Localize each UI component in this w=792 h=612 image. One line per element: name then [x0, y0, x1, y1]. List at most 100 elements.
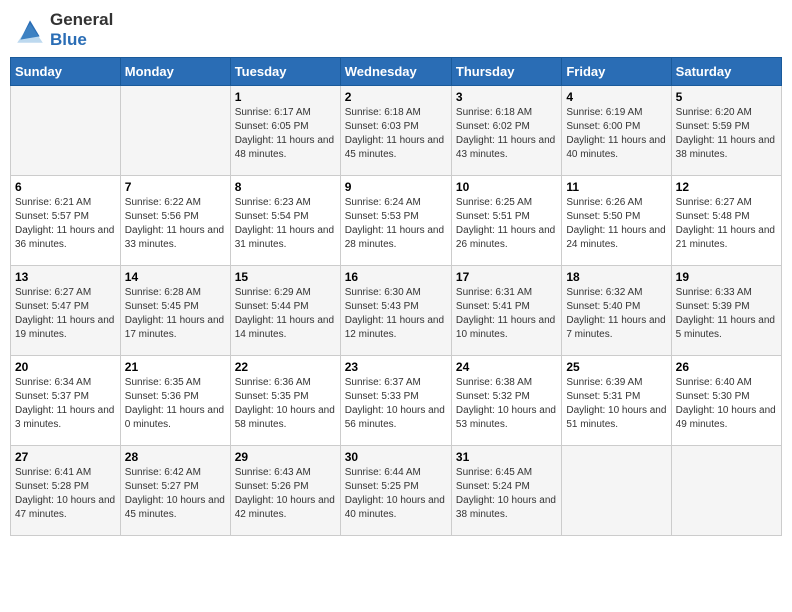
day-number: 8	[235, 180, 336, 194]
day-info: Sunrise: 6:21 AMSunset: 5:57 PMDaylight:…	[15, 196, 116, 252]
day-info: Sunrise: 6:26 AMSunset: 5:50 PMDaylight:…	[566, 196, 666, 252]
day-cell-18: 18 Sunrise: 6:32 AMSunset: 5:40 PMDayligh…	[562, 266, 671, 356]
day-cell-19: 19Sunrise: 6:33 AMSunset: 5:39 PMDayligh…	[671, 266, 781, 356]
day-number: 10	[456, 180, 557, 194]
day-number: 6	[15, 180, 116, 194]
day-number: 22	[235, 360, 336, 374]
day-info: Sunrise: 6:32 AMSunset: 5:40 PMDaylight:…	[566, 286, 666, 342]
day-info: Sunrise: 6:30 AMSunset: 5:43 PMDaylight:…	[345, 286, 447, 342]
day-number: 20	[15, 360, 116, 374]
day-info: Sunrise: 6:40 AMSunset: 5:30 PMDaylight:…	[676, 376, 777, 432]
logo-text-blue: Blue	[50, 30, 113, 50]
day-number: 7	[125, 180, 226, 194]
day-info: Sunrise: 6:23 AMSunset: 5:54 PMDaylight:…	[235, 196, 336, 252]
day-cell-29: 29 Sunrise: 6:43 AMSunset: 5:26 PMDayligh…	[230, 446, 340, 536]
day-cell-21: 21 Sunrise: 6:35 AMSunset: 5:36 PMDayligh…	[120, 356, 230, 446]
day-number: 15	[235, 270, 336, 284]
day-number: 13	[15, 270, 116, 284]
day-number: 16	[345, 270, 447, 284]
day-info: Sunrise: 6:44 AMSunset: 5:25 PMDaylight:…	[345, 466, 447, 522]
day-number: 25	[566, 360, 666, 374]
empty-cell	[562, 446, 671, 536]
day-cell-7: 7 Sunrise: 6:22 AMSunset: 5:56 PMDaylight…	[120, 176, 230, 266]
week-row-4: 20 Sunrise: 6:34 AMSunset: 5:37 PMDayligh…	[11, 356, 782, 446]
day-number: 18	[566, 270, 666, 284]
day-info: Sunrise: 6:27 AMSunset: 5:48 PMDaylight:…	[676, 196, 777, 252]
week-row-2: 6 Sunrise: 6:21 AMSunset: 5:57 PMDaylight…	[11, 176, 782, 266]
day-cell-11: 11 Sunrise: 6:26 AMSunset: 5:50 PMDayligh…	[562, 176, 671, 266]
day-cell-31: 31 Sunrise: 6:45 AMSunset: 5:24 PMDayligh…	[451, 446, 561, 536]
day-info: Sunrise: 6:22 AMSunset: 5:56 PMDaylight:…	[125, 196, 226, 252]
day-number: 12	[676, 180, 777, 194]
day-info: Sunrise: 6:20 AMSunset: 5:59 PMDaylight:…	[676, 106, 777, 162]
logo: General Blue	[14, 10, 113, 49]
day-header-tuesday: Tuesday	[230, 58, 340, 86]
day-header-sunday: Sunday	[11, 58, 121, 86]
day-header-friday: Friday	[562, 58, 671, 86]
day-info: Sunrise: 6:25 AMSunset: 5:51 PMDaylight:…	[456, 196, 557, 252]
week-row-1: 1Sunrise: 6:17 AMSunset: 6:05 PMDaylight…	[11, 86, 782, 176]
day-info: Sunrise: 6:24 AMSunset: 5:53 PMDaylight:…	[345, 196, 447, 252]
day-number: 29	[235, 450, 336, 464]
logo-icon	[14, 14, 46, 46]
day-cell-25: 25 Sunrise: 6:39 AMSunset: 5:31 PMDayligh…	[562, 356, 671, 446]
day-number: 31	[456, 450, 557, 464]
day-number: 21	[125, 360, 226, 374]
day-number: 9	[345, 180, 447, 194]
day-cell-17: 17Sunrise: 6:31 AMSunset: 5:41 PMDayligh…	[451, 266, 561, 356]
day-cell-2: 2 Sunrise: 6:18 AMSunset: 6:03 PMDaylight…	[340, 86, 451, 176]
day-number: 19	[676, 270, 777, 284]
day-number: 2	[345, 90, 447, 104]
day-info: Sunrise: 6:41 AMSunset: 5:28 PMDaylight:…	[15, 466, 116, 522]
empty-cell	[120, 86, 230, 176]
day-cell-22: 22 Sunrise: 6:36 AMSunset: 5:35 PMDayligh…	[230, 356, 340, 446]
day-info: Sunrise: 6:34 AMSunset: 5:37 PMDaylight:…	[15, 376, 116, 432]
day-info: Sunrise: 6:28 AMSunset: 5:45 PMDaylight:…	[125, 286, 226, 342]
day-cell-28: 28Sunrise: 6:42 AMSunset: 5:27 PMDayligh…	[120, 446, 230, 536]
day-info: Sunrise: 6:42 AMSunset: 5:27 PMDaylight:…	[125, 466, 226, 522]
day-cell-27: 27Sunrise: 6:41 AMSunset: 5:28 PMDayligh…	[11, 446, 121, 536]
day-info: Sunrise: 6:37 AMSunset: 5:33 PMDaylight:…	[345, 376, 447, 432]
day-info: Sunrise: 6:31 AMSunset: 5:41 PMDaylight:…	[456, 286, 557, 342]
day-info: Sunrise: 6:38 AMSunset: 5:32 PMDaylight:…	[456, 376, 557, 432]
day-info: Sunrise: 6:43 AMSunset: 5:26 PMDaylight:…	[235, 466, 336, 522]
day-cell-20: 20 Sunrise: 6:34 AMSunset: 5:37 PMDayligh…	[11, 356, 121, 446]
day-info: Sunrise: 6:35 AMSunset: 5:36 PMDaylight:…	[125, 376, 226, 432]
day-cell-10: 10 Sunrise: 6:25 AMSunset: 5:51 PMDayligh…	[451, 176, 561, 266]
day-number: 5	[676, 90, 777, 104]
day-number: 14	[125, 270, 226, 284]
day-header-saturday: Saturday	[671, 58, 781, 86]
day-cell-15: 15 Sunrise: 6:29 AMSunset: 5:44 PMDayligh…	[230, 266, 340, 356]
day-cell-5: 5 Sunrise: 6:20 AMSunset: 5:59 PMDaylight…	[671, 86, 781, 176]
day-cell-14: 14 Sunrise: 6:28 AMSunset: 5:45 PMDayligh…	[120, 266, 230, 356]
day-info: Sunrise: 6:27 AMSunset: 5:47 PMDaylight:…	[15, 286, 116, 342]
day-info: Sunrise: 6:17 AMSunset: 6:05 PMDaylight:…	[235, 106, 336, 162]
day-cell-6: 6 Sunrise: 6:21 AMSunset: 5:57 PMDaylight…	[11, 176, 121, 266]
day-cell-13: 13 Sunrise: 6:27 AMSunset: 5:47 PMDayligh…	[11, 266, 121, 356]
day-info: Sunrise: 6:36 AMSunset: 5:35 PMDaylight:…	[235, 376, 336, 432]
day-number: 11	[566, 180, 666, 194]
day-info: Sunrise: 6:19 AMSunset: 6:00 PMDaylight:…	[566, 106, 666, 162]
day-cell-30: 30Sunrise: 6:44 AMSunset: 5:25 PMDayligh…	[340, 446, 451, 536]
day-header-monday: Monday	[120, 58, 230, 86]
day-cell-3: 3 Sunrise: 6:18 AMSunset: 6:02 PMDaylight…	[451, 86, 561, 176]
day-info: Sunrise: 6:39 AMSunset: 5:31 PMDaylight:…	[566, 376, 666, 432]
day-info: Sunrise: 6:45 AMSunset: 5:24 PMDaylight:…	[456, 466, 557, 522]
day-info: Sunrise: 6:18 AMSunset: 6:03 PMDaylight:…	[345, 106, 447, 162]
day-number: 4	[566, 90, 666, 104]
day-number: 23	[345, 360, 447, 374]
day-header-wednesday: Wednesday	[340, 58, 451, 86]
day-info: Sunrise: 6:18 AMSunset: 6:02 PMDaylight:…	[456, 106, 557, 162]
day-number: 24	[456, 360, 557, 374]
week-row-3: 13 Sunrise: 6:27 AMSunset: 5:47 PMDayligh…	[11, 266, 782, 356]
day-number: 26	[676, 360, 777, 374]
day-cell-26: 26 Sunrise: 6:40 AMSunset: 5:30 PMDayligh…	[671, 356, 781, 446]
logo-text-general: General	[50, 10, 113, 30]
day-cell-16: 16 Sunrise: 6:30 AMSunset: 5:43 PMDayligh…	[340, 266, 451, 356]
header-row: SundayMondayTuesdayWednesdayThursdayFrid…	[11, 58, 782, 86]
week-row-5: 27Sunrise: 6:41 AMSunset: 5:28 PMDayligh…	[11, 446, 782, 536]
day-number: 3	[456, 90, 557, 104]
day-cell-8: 8 Sunrise: 6:23 AMSunset: 5:54 PMDaylight…	[230, 176, 340, 266]
day-info: Sunrise: 6:29 AMSunset: 5:44 PMDaylight:…	[235, 286, 336, 342]
empty-cell	[671, 446, 781, 536]
